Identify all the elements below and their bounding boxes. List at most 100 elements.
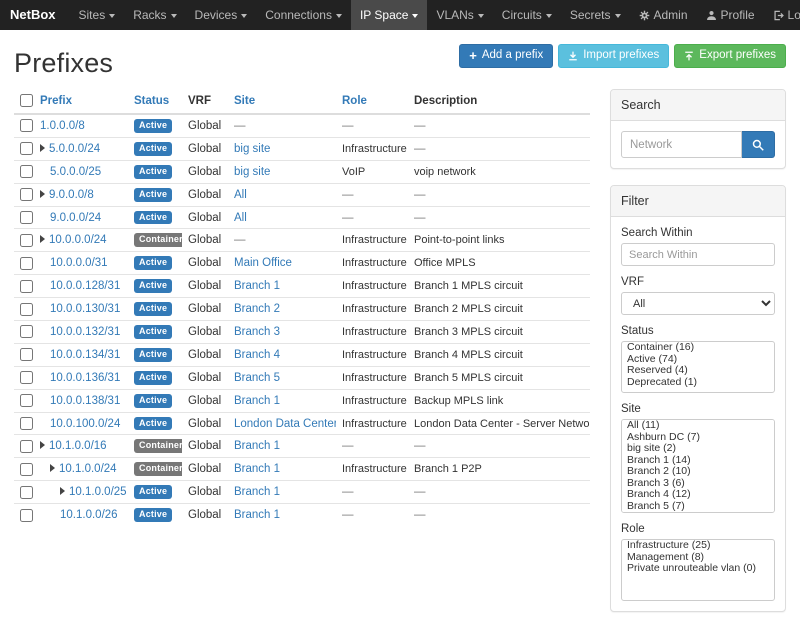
filter-option[interactable]: COLO 1-24 (4) xyxy=(622,512,774,513)
prefix-link[interactable]: 5.0.0.0/25 xyxy=(50,166,101,178)
prefix-link[interactable]: 1.0.0.0/8 xyxy=(40,120,85,132)
nav-item-log-out[interactable]: Log out xyxy=(764,0,800,30)
expand-arrow-icon xyxy=(50,464,55,472)
nav-item-ip-space[interactable]: IP Space xyxy=(351,0,427,30)
site-listbox[interactable]: All (11)Ashburn DC (7)big site (2)Branch… xyxy=(621,419,775,513)
chevron-down-icon xyxy=(412,14,418,18)
role-listbox[interactable]: Infrastructure (25)Management (8)Private… xyxy=(621,539,775,601)
prefix-link[interactable]: 9.0.0.0/8 xyxy=(49,189,94,201)
row-checkbox[interactable] xyxy=(20,280,33,293)
sort-link-site[interactable]: Site xyxy=(234,95,255,107)
empty-dash: — xyxy=(414,486,426,498)
nav-item-profile[interactable]: Profile xyxy=(697,0,764,30)
site-link[interactable]: Branch 4 xyxy=(234,349,280,361)
import-prefixes-button[interactable]: Import prefixes xyxy=(558,44,669,68)
search-within-input[interactable] xyxy=(621,243,775,266)
row-checkbox[interactable] xyxy=(20,325,33,338)
row-checkbox[interactable] xyxy=(20,303,33,316)
filter-option[interactable]: All (11) xyxy=(622,420,774,432)
nav-item-vlans[interactable]: VLANs xyxy=(427,0,492,30)
prefix-link[interactable]: 10.0.0.130/31 xyxy=(50,303,120,315)
row-checkbox[interactable] xyxy=(20,348,33,361)
prefix-link[interactable]: 10.0.0.128/31 xyxy=(50,280,120,292)
chevron-down-icon xyxy=(241,14,247,18)
prefix-link[interactable]: 10.0.100.0/24 xyxy=(50,418,120,430)
site-link[interactable]: Branch 2 xyxy=(234,303,280,315)
search-input[interactable] xyxy=(621,131,742,158)
prefix-link[interactable]: 10.0.0.0/31 xyxy=(50,257,108,269)
table-row: 5.0.0.0/24ActiveGlobalbig siteInfrastruc… xyxy=(14,137,590,160)
prefix-link[interactable]: 5.0.0.0/24 xyxy=(49,143,100,155)
sort-link-status[interactable]: Status xyxy=(134,95,169,107)
prefix-link[interactable]: 10.0.0.138/31 xyxy=(50,395,120,407)
filter-option[interactable]: Container (16) xyxy=(622,342,774,354)
prefix-link[interactable]: 10.1.0.0/16 xyxy=(49,440,107,452)
nav-item-circuits[interactable]: Circuits xyxy=(493,0,561,30)
row-checkbox[interactable] xyxy=(20,440,33,453)
site-filter-label: Site xyxy=(621,403,775,415)
vrf-select[interactable]: All xyxy=(621,292,775,315)
filter-option[interactable]: Private unrouteable vlan (0) xyxy=(622,563,774,575)
prefix-link[interactable]: 10.0.0.132/31 xyxy=(50,326,120,338)
prefix-link[interactable]: 10.1.0.0/24 xyxy=(59,463,117,475)
table-row: 10.0.0.130/31ActiveGlobalBranch 2Infrast… xyxy=(14,298,590,321)
row-checkbox[interactable] xyxy=(20,142,33,155)
site-link[interactable]: Branch 1 xyxy=(234,440,280,452)
description-value: London Data Center - Server Network xyxy=(414,418,590,430)
site-link[interactable]: Branch 1 xyxy=(234,486,280,498)
navbar-brand[interactable]: NetBox xyxy=(10,0,56,30)
site-link[interactable]: Branch 1 xyxy=(234,395,280,407)
site-link[interactable]: London Data Center xyxy=(234,418,336,430)
nav-item-secrets[interactable]: Secrets xyxy=(561,0,630,30)
export-prefixes-button[interactable]: Export prefixes xyxy=(674,44,786,68)
filter-option[interactable]: big site (2) xyxy=(622,443,774,455)
row-checkbox[interactable] xyxy=(20,211,33,224)
row-checkbox[interactable] xyxy=(20,165,33,178)
site-link[interactable]: Branch 1 xyxy=(234,463,280,475)
row-checkbox[interactable] xyxy=(20,371,33,384)
filter-option[interactable]: Branch 2 (10) xyxy=(622,466,774,478)
site-link[interactable]: Branch 5 xyxy=(234,372,280,384)
filter-option[interactable]: Management (8) xyxy=(622,552,774,564)
site-link[interactable]: Main Office xyxy=(234,257,292,269)
nav-item-connections[interactable]: Connections xyxy=(256,0,351,30)
nav-item-racks[interactable]: Racks xyxy=(124,0,185,30)
site-link[interactable]: big site xyxy=(234,166,270,178)
sort-link-prefix[interactable]: Prefix xyxy=(40,95,72,107)
vrf-value: Global xyxy=(188,463,221,475)
vrf-value: Global xyxy=(188,326,221,338)
row-checkbox[interactable] xyxy=(20,394,33,407)
row-checkbox[interactable] xyxy=(20,486,33,499)
filter-option[interactable]: Deprecated (1) xyxy=(622,377,774,389)
site-link[interactable]: Branch 1 xyxy=(234,280,280,292)
row-checkbox[interactable] xyxy=(20,257,33,270)
site-link[interactable]: All xyxy=(234,189,247,201)
column-header-vrf: VRF xyxy=(182,89,228,114)
site-link[interactable]: All xyxy=(234,212,247,224)
add-prefix-button[interactable]: + Add a prefix xyxy=(459,44,553,68)
prefix-link[interactable]: 10.0.0.136/31 xyxy=(50,372,120,384)
row-checkbox[interactable] xyxy=(20,463,33,476)
select-all-checkbox[interactable] xyxy=(20,94,33,107)
prefix-link[interactable]: 10.0.0.134/31 xyxy=(50,349,120,361)
prefix-link[interactable]: 9.0.0.0/24 xyxy=(50,212,101,224)
search-button[interactable] xyxy=(742,131,775,158)
row-checkbox[interactable] xyxy=(20,234,33,247)
filter-option[interactable]: Reserved (4) xyxy=(622,365,774,377)
row-checkbox[interactable] xyxy=(20,119,33,132)
status-listbox[interactable]: Container (16)Active (74)Reserved (4)Dep… xyxy=(621,341,775,393)
nav-item-devices[interactable]: Devices xyxy=(186,0,257,30)
sort-link-role[interactable]: Role xyxy=(342,95,367,107)
filter-option[interactable]: Infrastructure (25) xyxy=(622,540,774,552)
site-link[interactable]: Branch 3 xyxy=(234,326,280,338)
row-checkbox[interactable] xyxy=(20,188,33,201)
vrf-value: Global xyxy=(188,372,221,384)
site-link[interactable]: big site xyxy=(234,143,270,155)
vrf-value: Global xyxy=(188,280,221,292)
nav-item-admin[interactable]: Admin xyxy=(630,0,697,30)
prefix-link[interactable]: 10.1.0.0/25 xyxy=(69,486,127,498)
prefix-link[interactable]: 10.0.0.0/24 xyxy=(49,234,107,246)
nav-item-sites[interactable]: Sites xyxy=(70,0,125,30)
row-checkbox[interactable] xyxy=(20,417,33,430)
filter-option[interactable]: Branch 4 (12) xyxy=(622,489,774,501)
